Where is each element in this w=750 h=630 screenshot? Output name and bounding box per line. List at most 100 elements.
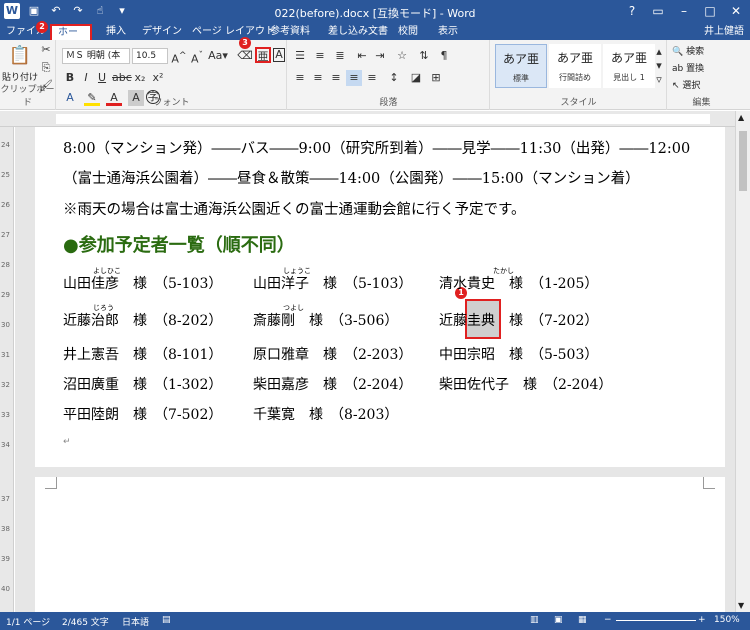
rain-note: ※雨天の場合は富士通海浜公園近くの富士通運動会館に行く予定です。: [63, 202, 526, 218]
attendee-cell: 原口雅章 様 （2-203）: [253, 347, 413, 363]
word-count[interactable]: 2/465 文字: [62, 615, 109, 628]
macro-icon[interactable]: ▤: [162, 615, 171, 625]
select-button[interactable]: ↖ 選択: [672, 78, 700, 91]
crop-mark: [45, 477, 57, 489]
web-layout-icon[interactable]: ▦: [578, 615, 587, 625]
tab-mailings[interactable]: 差し込み文書: [322, 24, 394, 40]
phonetic-guide-icon[interactable]: 亜: [255, 47, 271, 63]
attendee-cell-selected[interactable]: 近藤圭典 様 （7-202）: [439, 310, 598, 330]
language[interactable]: 日本語: [122, 615, 149, 628]
zoom-out-icon[interactable]: −: [604, 615, 612, 625]
attendee-cell: 山田佳彦 様 （5-103）: [63, 276, 223, 292]
page-count[interactable]: 1/1 ページ: [6, 615, 50, 628]
attendee-cell: 柴田嘉彦 様 （2-204）: [253, 377, 413, 393]
paragraph-group-label: 段落: [379, 98, 398, 108]
paragraph-mark-icon: ↵: [63, 437, 71, 447]
decrease-indent-icon[interactable]: ⇤: [354, 48, 370, 64]
attendee-cell: 近藤治郎 様 （8-202）: [63, 313, 223, 329]
minimize-icon[interactable]: –: [676, 2, 692, 20]
document-page[interactable]: 8:00（マンション発）――バス――9:00（研究所到着）――見学――11:30…: [35, 127, 725, 467]
font-name-select[interactable]: ＭＳ 明朝 (本: [62, 48, 130, 64]
style-normal[interactable]: あア亜 標準: [495, 44, 547, 88]
scroll-thumb[interactable]: [739, 131, 747, 191]
tab-review[interactable]: 校閲: [392, 24, 424, 40]
shading-icon[interactable]: ◪: [408, 70, 424, 86]
user-name[interactable]: 井上健語: [704, 24, 744, 40]
zoom-in-icon[interactable]: +: [698, 615, 706, 625]
group-clipboard: 📋 貼り付け ✂ ⎘ 🖌 クリップボード: [0, 40, 56, 110]
style-normal-name: 標準: [513, 74, 529, 83]
superscript-icon[interactable]: x²: [150, 70, 166, 86]
tab-references[interactable]: 参考資料: [264, 24, 316, 40]
clipboard-group-label: クリップボード: [0, 85, 55, 108]
style-heading1-name: 見出し 1: [613, 73, 645, 82]
zoom-slider[interactable]: [616, 620, 696, 621]
font-size-select[interactable]: 10.5: [132, 48, 168, 64]
tab-home[interactable]: ホーム: [50, 24, 92, 51]
underline-icon[interactable]: U: [94, 70, 110, 86]
increase-indent-icon[interactable]: ⇥: [372, 48, 388, 64]
justify-icon[interactable]: ≡: [346, 70, 362, 86]
zoom-level[interactable]: 150%: [714, 615, 740, 625]
copy-icon[interactable]: ⎘: [38, 60, 54, 76]
vertical-scrollbar[interactable]: ▲ ▼: [735, 111, 750, 612]
ribbon: 📋 貼り付け ✂ ⎘ 🖌 クリップボード ＭＳ 明朝 (本 10.5 A^ Aˇ…: [0, 37, 750, 110]
horizontal-ruler[interactable]: [0, 111, 750, 127]
subscript-icon[interactable]: x₂: [132, 70, 148, 86]
asian-layout-icon[interactable]: ☆: [394, 48, 410, 64]
tab-view[interactable]: 表示: [432, 24, 464, 40]
strikethrough-icon[interactable]: abc: [112, 70, 132, 86]
ribbon-tabs: ファイル ホーム 挿入 デザイン ページ レイアウト 参考資料 差し込み文書 校…: [0, 24, 750, 51]
attendee-cell: 井上憲吾 様 （8-101）: [63, 347, 223, 363]
ribbon-display-icon[interactable]: ▭: [650, 2, 666, 20]
close-icon[interactable]: ✕: [728, 2, 744, 20]
attendee-cell: 平田陸朗 様 （7-502）: [63, 407, 223, 423]
tab-insert[interactable]: 挿入: [100, 24, 132, 40]
paste-icon[interactable]: 📋: [8, 44, 32, 68]
replace-button[interactable]: ab 置換: [672, 61, 704, 74]
align-center-icon[interactable]: ≡: [310, 70, 326, 86]
numbering-icon[interactable]: ≡: [312, 48, 328, 64]
multilevel-list-icon[interactable]: ≣: [332, 48, 348, 64]
maximize-icon[interactable]: □: [702, 2, 718, 20]
scroll-up-icon[interactable]: ▲: [738, 113, 744, 122]
tab-design[interactable]: デザイン: [136, 24, 188, 40]
title-bar: W ▣ ↶ ↷ ☝ ▾ 022(before).docx [互換モード] - W…: [0, 0, 750, 24]
callout-2: 2: [36, 21, 48, 33]
find-button[interactable]: 🔍 検索: [672, 44, 704, 57]
align-left-icon[interactable]: ≡: [292, 70, 308, 86]
find-icon: 🔍: [672, 47, 684, 57]
document-page-2[interactable]: [35, 477, 725, 617]
shrink-font-icon[interactable]: Aˇ: [189, 48, 205, 66]
help-icon[interactable]: ?: [624, 2, 640, 20]
borders-icon[interactable]: ⊞: [428, 70, 444, 86]
style-no-spacing[interactable]: あア亜 行間詰め: [549, 44, 601, 88]
change-case-icon[interactable]: Aa▾: [207, 48, 229, 64]
bullets-icon[interactable]: ☰: [292, 48, 308, 64]
scroll-down-icon[interactable]: ▼: [738, 601, 744, 610]
line-spacing-icon[interactable]: ↕: [386, 70, 402, 86]
style-heading1[interactable]: あア亜 見出し 1: [603, 44, 655, 88]
vertical-ruler[interactable]: 24 25 26 27 28 29 30 31 32 33 34 37 38 3…: [0, 127, 14, 612]
crop-mark: [703, 477, 715, 489]
show-formatting-icon[interactable]: ¶: [436, 48, 452, 64]
align-right-icon[interactable]: ≡: [328, 70, 344, 86]
distributed-icon[interactable]: ≡: [364, 70, 380, 86]
font-group-label: フォント: [153, 98, 190, 108]
sort-icon[interactable]: ⇅: [416, 48, 432, 64]
attendee-cell: 柴田佐代子 様 （2-204）: [439, 377, 613, 393]
print-layout-icon[interactable]: ▣: [554, 615, 563, 625]
char-border-icon[interactable]: A: [273, 48, 285, 62]
style-normal-preview: あア亜: [502, 52, 539, 66]
styles-more-icon[interactable]: ▿: [653, 72, 665, 88]
schedule-line-1: 8:00（マンション発）――バス――9:00（研究所到着）――見学――11:30…: [63, 141, 691, 157]
document-area[interactable]: 8:00（マンション発）――バス――9:00（研究所到着）――見学――11:30…: [15, 127, 735, 617]
attendee-cell: 斎藤剛 様 （3-506）: [253, 313, 399, 329]
italic-icon[interactable]: I: [78, 70, 94, 86]
grow-font-icon[interactable]: A^: [171, 48, 187, 66]
read-mode-icon[interactable]: ▥: [530, 615, 539, 625]
replace-icon: ab: [672, 64, 684, 74]
bold-icon[interactable]: B: [62, 70, 78, 86]
cut-icon[interactable]: ✂: [38, 42, 54, 58]
clear-format-icon[interactable]: ⌫: [237, 48, 253, 64]
